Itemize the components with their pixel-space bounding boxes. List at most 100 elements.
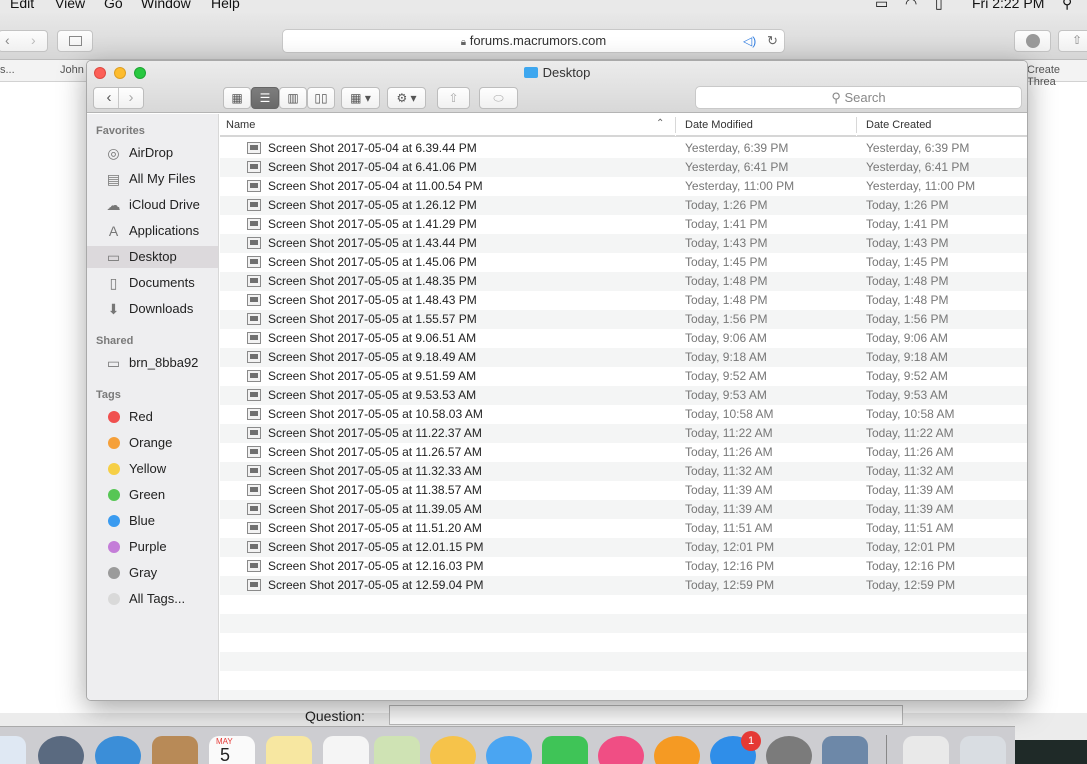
question-input[interactable]: [389, 705, 903, 725]
dock-messages-icon[interactable]: [486, 736, 532, 764]
file-row[interactable]: Screen Shot 2017-05-05 at 1.48.43 PM Toda…: [220, 291, 1027, 310]
file-row[interactable]: Screen Shot 2017-05-05 at 1.55.57 PM Toda…: [220, 310, 1027, 329]
sidebar-item-all-my-files[interactable]: ▤ All My Files: [87, 168, 218, 190]
file-row[interactable]: Screen Shot 2017-05-05 at 11.32.33 AM Tod…: [220, 462, 1027, 481]
sidebar-all-tags[interactable]: All Tags...: [87, 588, 218, 610]
tags-button[interactable]: ⬭: [479, 87, 518, 109]
file-date-created: Today, 12:16 PM: [866, 559, 956, 573]
arrange-button[interactable]: ▦ ▾: [341, 87, 380, 109]
share-button[interactable]: ⇧: [1058, 30, 1087, 52]
dock-photos-icon[interactable]: [430, 736, 476, 764]
file-row[interactable]: Screen Shot 2017-05-05 at 9.06.51 AM Toda…: [220, 329, 1027, 348]
dock-reminders-icon[interactable]: [323, 736, 369, 764]
bookmark-item[interactable]: John: [60, 64, 84, 76]
sidebar-tag-purple[interactable]: Purple: [87, 536, 218, 558]
menu-edit[interactable]: Edit: [10, 0, 34, 11]
file-row[interactable]: Screen Shot 2017-05-04 at 6.41.06 PM Yest…: [220, 158, 1027, 177]
dock-system-preferences-icon[interactable]: [766, 736, 812, 764]
file-row[interactable]: Screen Shot 2017-05-05 at 11.26.57 AM Tod…: [220, 443, 1027, 462]
bookmark-item[interactable]: s...: [0, 64, 15, 76]
search-field[interactable]: ⚲ Search: [695, 86, 1022, 109]
chevron-left-icon[interactable]: ‹: [99, 88, 119, 108]
file-row[interactable]: Screen Shot 2017-05-05 at 9.51.59 AM Toda…: [220, 367, 1027, 386]
bookmark-item[interactable]: Create Threa: [1027, 64, 1087, 88]
share-button[interactable]: ⇧: [437, 87, 470, 109]
menu-help[interactable]: Help: [211, 0, 240, 11]
menu-go[interactable]: Go: [104, 0, 123, 11]
dock-maps-icon[interactable]: [374, 736, 420, 764]
sidebar-item-desktop[interactable]: ▭ Desktop: [87, 246, 218, 268]
downloads-button[interactable]: [1014, 30, 1051, 52]
file-row[interactable]: Screen Shot 2017-05-05 at 9.53.53 AM Toda…: [220, 386, 1027, 405]
file-row[interactable]: Screen Shot 2017-05-05 at 11.51.20 AM Tod…: [220, 519, 1027, 538]
file-row[interactable]: Screen Shot 2017-05-05 at 11.22.37 AM Tod…: [220, 424, 1027, 443]
sidebar-item-applications[interactable]: A Applications: [87, 220, 218, 242]
column-header-date-created[interactable]: Date Created: [857, 114, 1027, 136]
sidebar-tag-yellow[interactable]: Yellow: [87, 458, 218, 480]
file-row[interactable]: Screen Shot 2017-05-05 at 11.38.57 AM Tod…: [220, 481, 1027, 500]
chevron-right-icon[interactable]: ›: [121, 88, 141, 108]
column-view-button[interactable]: ▥: [279, 87, 307, 109]
file-row[interactable]: Screen Shot 2017-05-05 at 12.01.15 PM Tod…: [220, 538, 1027, 557]
gear-icon: ⚙ ▾: [396, 91, 417, 105]
coverflow-view-button[interactable]: ▯▯: [307, 87, 335, 109]
dock-ibooks-icon[interactable]: [654, 736, 700, 764]
action-button[interactable]: ⚙ ▾: [387, 87, 426, 109]
dock-downloads-stack-icon[interactable]: [903, 736, 949, 764]
audio-icon[interactable]: ◁): [743, 30, 756, 52]
wifi-icon[interactable]: ◠: [905, 0, 917, 12]
file-row[interactable]: Screen Shot 2017-05-04 at 11.00.54 PM Yes…: [220, 177, 1027, 196]
dock-preview-icon[interactable]: [822, 736, 868, 764]
icon-view-button[interactable]: ▦: [223, 87, 251, 109]
file-row[interactable]: Screen Shot 2017-05-05 at 1.45.06 PM Toda…: [220, 253, 1027, 272]
sidebar-item-airdrop[interactable]: ◎ AirDrop: [87, 142, 218, 164]
column-header-name[interactable]: Name ⌃: [220, 114, 675, 136]
back-forward-buttons[interactable]: ‹ ›: [0, 30, 48, 52]
sidebar-tag-red[interactable]: Red: [87, 406, 218, 428]
sidebar-toggle-button[interactable]: [57, 30, 93, 52]
file-row[interactable]: Screen Shot 2017-05-05 at 12.16.03 PM Tod…: [220, 557, 1027, 576]
file-row[interactable]: Screen Shot 2017-05-05 at 1.43.44 PM Toda…: [220, 234, 1027, 253]
dock-itunes-icon[interactable]: [598, 736, 644, 764]
dock-notes-icon[interactable]: [266, 736, 312, 764]
dock-safari-icon[interactable]: [95, 736, 141, 764]
file-row[interactable]: Screen Shot 2017-05-05 at 12.59.04 PM Tod…: [220, 576, 1027, 595]
airplay-icon[interactable]: ▭: [875, 0, 888, 12]
sidebar-item-documents[interactable]: ▯ Documents: [87, 272, 218, 294]
column-header-date-modified[interactable]: Date Modified: [676, 114, 856, 136]
dock-finder-icon[interactable]: [0, 736, 26, 764]
file-name: Screen Shot 2017-05-05 at 9.06.51 AM: [268, 331, 477, 345]
dock-launchpad-icon[interactable]: [38, 736, 84, 764]
sidebar-item-shared-computer[interactable]: ▭ brn_8bba92: [87, 352, 218, 374]
file-row[interactable]: Screen Shot 2017-05-05 at 10.58.03 AM Tod…: [220, 405, 1027, 424]
menu-clock[interactable]: Fri 2:22 PM: [972, 0, 1044, 11]
sidebar-item-icloud-drive[interactable]: ☁ iCloud Drive: [87, 194, 218, 216]
dock-calendar-icon[interactable]: MAY 5: [209, 736, 255, 764]
file-row[interactable]: Screen Shot 2017-05-05 at 1.41.29 PM Toda…: [220, 215, 1027, 234]
file-row[interactable]: Screen Shot 2017-05-05 at 1.48.35 PM Toda…: [220, 272, 1027, 291]
file-row[interactable]: Screen Shot 2017-05-05 at 9.18.49 AM Toda…: [220, 348, 1027, 367]
image-file-icon: [247, 256, 261, 268]
menu-window[interactable]: Window: [141, 0, 191, 11]
app-store-badge: 1: [741, 731, 761, 751]
sidebar-item-downloads[interactable]: ⬇ Downloads: [87, 298, 218, 320]
dock-facetime-icon[interactable]: [542, 736, 588, 764]
dock-contacts-icon[interactable]: [152, 736, 198, 764]
back-forward-buttons[interactable]: ‹ ›: [93, 87, 144, 109]
file-row[interactable]: Screen Shot 2017-05-05 at 1.26.12 PM Toda…: [220, 196, 1027, 215]
menu-view[interactable]: View: [55, 0, 85, 11]
dock-trash-icon[interactable]: [960, 736, 1006, 764]
reload-icon[interactable]: ↻: [767, 30, 778, 52]
file-row[interactable]: Screen Shot 2017-05-04 at 6.39.44 PM Yest…: [220, 139, 1027, 158]
sidebar-tag-orange[interactable]: Orange: [87, 432, 218, 454]
sidebar-tag-gray[interactable]: Gray: [87, 562, 218, 584]
sidebar-tag-green[interactable]: Green: [87, 484, 218, 506]
column-header-label: Date Modified: [685, 119, 753, 131]
file-row[interactable]: Screen Shot 2017-05-05 at 11.39.05 AM Tod…: [220, 500, 1027, 519]
list-view-button[interactable]: ☰: [251, 87, 279, 109]
sidebar-tag-blue[interactable]: Blue: [87, 510, 218, 532]
file-name: Screen Shot 2017-05-05 at 1.41.29 PM: [268, 217, 477, 231]
spotlight-icon[interactable]: ⚲: [1062, 0, 1072, 12]
address-bar[interactable]: 🔒︎ forums.macrumors.com ◁) ↻: [282, 29, 785, 53]
battery-icon[interactable]: ▯: [935, 0, 943, 12]
